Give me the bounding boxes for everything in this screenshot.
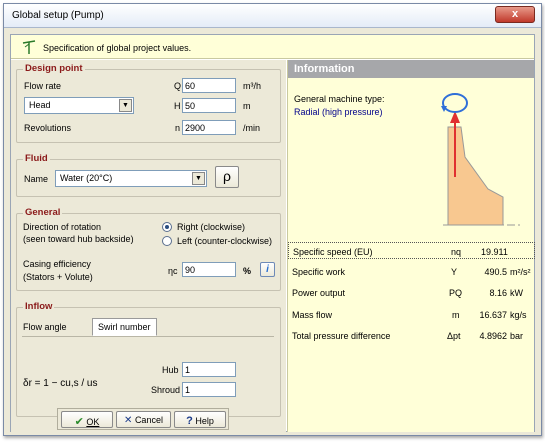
shroud-label: Shroud <box>151 385 181 395</box>
result-label: Specific work <box>292 267 346 277</box>
header-text: Specification of global project values. <box>43 43 192 53</box>
revolutions-input[interactable]: 2900 <box>182 120 236 135</box>
cross-icon: ✕ <box>124 415 133 426</box>
dialog-window: Global setup (Pump) x Specification of g… <box>3 3 542 436</box>
check-icon: ✔ <box>74 416 84 428</box>
result-label: Total pressure difference <box>292 331 391 341</box>
right-clockwise-radio[interactable] <box>162 222 172 232</box>
fluid-group: Fluid Name Water (20°C) ▼ ρ <box>16 153 281 197</box>
q-symbol: Q <box>174 81 182 91</box>
result-unit: m²/s² <box>510 267 531 277</box>
general-group: General Direction of rotation (seen towa… <box>16 207 281 291</box>
n-unit: /min <box>243 123 261 133</box>
left-counterclockwise-radio[interactable] <box>162 236 172 246</box>
machine-type-value: Radial (high pressure) <box>294 107 383 117</box>
flow-rate-input[interactable]: 60 <box>182 78 236 93</box>
ok-button[interactable]: ✔ OK <box>61 411 113 428</box>
result-value: 19.911 <box>481 247 508 257</box>
info-icon[interactable]: i <box>260 262 275 277</box>
chevron-down-icon[interactable]: ▼ <box>192 172 205 185</box>
question-icon: ? <box>186 415 193 427</box>
fluid-select[interactable]: Water (20°C) ▼ <box>55 170 207 187</box>
dialog-client: Specification of global project values. … <box>10 34 535 432</box>
title-bar[interactable]: Global setup (Pump) x <box>4 4 541 28</box>
shroud-input[interactable]: 1 <box>182 382 236 397</box>
antenna-icon <box>22 40 36 54</box>
design-point-group: Design point Flow rate Q 60 m³/h Head ▼ … <box>16 63 281 143</box>
n-symbol: n <box>175 123 181 133</box>
close-button[interactable]: x <box>495 6 535 23</box>
eta-symbol: ηc <box>168 266 178 276</box>
result-value: 8.16 <box>489 288 507 298</box>
cancel-button[interactable]: ✕ Cancel <box>116 411 171 428</box>
design-point-legend: Design point <box>23 63 85 74</box>
information-title: Information <box>288 60 534 78</box>
ok-label: OK <box>86 417 100 427</box>
fluid-legend: Fluid <box>23 153 50 164</box>
eta-unit: % <box>243 266 252 276</box>
help-label: Help <box>195 416 214 426</box>
head-select[interactable]: Head ▼ <box>24 97 134 114</box>
machine-type-label: General machine type: <box>294 94 385 104</box>
fluid-select-value: Water (20°C) <box>60 173 113 183</box>
result-symbol: nq <box>451 247 462 257</box>
result-symbol: Δpt <box>447 331 461 341</box>
result-row-specific-speed: Specific speed (EU) nq 19.911 <box>288 242 535 259</box>
left-counterclockwise-label[interactable]: Left (counter-clockwise) <box>177 236 272 246</box>
result-symbol: m <box>452 310 460 320</box>
result-row-specific-work: Specific work Y 490.5 m²/s² <box>288 263 535 280</box>
direction-sublabel: (seen toward hub backside) <box>23 234 134 244</box>
inflow-legend: Inflow <box>23 301 55 312</box>
casing-efficiency-sublabel: (Stators + Volute) <box>23 272 93 282</box>
button-bar: ✔ OK ✕ Cancel ? Help <box>57 408 229 430</box>
hub-label: Hub <box>162 365 179 375</box>
result-row-power-output: Power output PQ 8.16 kW <box>288 284 535 301</box>
swirl-formula: δr = 1 − cu,s / us <box>23 378 98 389</box>
right-clockwise-label[interactable]: Right (clockwise) <box>177 222 245 232</box>
result-value: 4.8962 <box>479 331 507 341</box>
fluid-name-label: Name <box>24 174 49 184</box>
inflow-group: Inflow Flow angle Swirl number δr = 1 − … <box>16 301 281 417</box>
head-input[interactable]: 50 <box>182 98 236 113</box>
flow-rate-label: Flow rate <box>24 81 62 91</box>
cancel-label: Cancel <box>134 415 163 425</box>
impeller-section <box>447 126 504 226</box>
casing-efficiency-label: Casing efficiency <box>23 259 91 269</box>
rotation-ring-icon <box>442 93 468 113</box>
h-symbol: H <box>174 101 181 111</box>
result-symbol: PQ <box>449 288 463 298</box>
head-select-value: Head <box>29 100 51 110</box>
q-unit: m³/h <box>243 81 261 91</box>
result-label: Mass flow <box>292 310 333 320</box>
result-unit: kW <box>510 288 523 298</box>
result-unit: kg/s <box>510 310 527 320</box>
result-row-mass-flow: Mass flow m 16.637 kg/s <box>288 306 535 323</box>
settings-pane: Design point Flow rate Q 60 m³/h Head ▼ … <box>11 60 286 432</box>
density-button[interactable]: ρ <box>215 166 239 188</box>
result-label: Specific speed (EU) <box>293 247 373 257</box>
tab-swirl-number[interactable]: Swirl number <box>92 318 157 336</box>
general-legend: General <box>23 207 63 218</box>
result-value: 16.637 <box>479 310 507 320</box>
impeller-diagram <box>441 93 521 226</box>
help-button[interactable]: ? Help <box>174 411 226 428</box>
casing-efficiency-input[interactable]: 90 <box>182 262 236 277</box>
result-value: 490.5 <box>484 267 507 277</box>
result-row-pressure-difference: Total pressure difference Δpt 4.8962 bar <box>288 327 535 344</box>
tab-flow-angle[interactable]: Flow angle <box>23 322 67 332</box>
direction-label: Direction of rotation <box>23 222 102 232</box>
tab-divider <box>22 336 274 337</box>
h-unit: m <box>243 101 251 111</box>
revolutions-label: Revolutions <box>24 123 72 133</box>
window-title: Global setup (Pump) <box>12 10 104 21</box>
result-label: Power output <box>292 288 346 298</box>
result-symbol: Y <box>451 267 458 277</box>
header-bar: Specification of global project values. <box>11 35 534 59</box>
information-pane: Information General machine type: Radial… <box>287 60 535 432</box>
result-unit: bar <box>510 331 524 341</box>
hub-input[interactable]: 1 <box>182 362 236 377</box>
chevron-down-icon[interactable]: ▼ <box>119 99 132 112</box>
